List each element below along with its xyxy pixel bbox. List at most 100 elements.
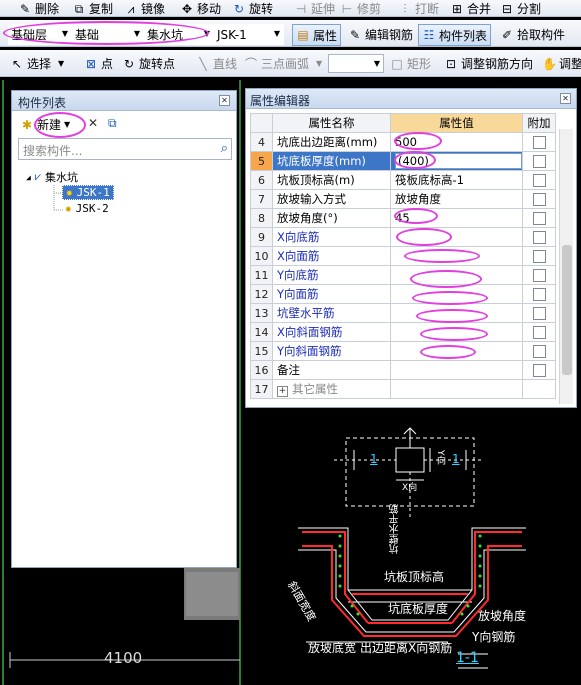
floor-select[interactable]: 基础层 ▼ xyxy=(8,24,72,45)
dropdown-arrow-icon: ▼ xyxy=(273,29,280,38)
trim-button[interactable]: ⊢ 修剪 xyxy=(340,0,381,17)
tree-lines xyxy=(53,185,64,211)
property-row[interactable]: 11 Y向底筋 xyxy=(250,265,556,285)
scrollbar-thumb[interactable] xyxy=(562,245,572,375)
move-button[interactable]: ✥ 移动 xyxy=(180,0,221,17)
property-row[interactable]: 16 备注 xyxy=(250,360,556,380)
extra-checkbox[interactable] xyxy=(532,326,546,339)
dropdown-arrow-icon: ▼ xyxy=(203,29,210,38)
adjust-more-button[interactable]: ✋ 调整 xyxy=(542,55,581,72)
merge-icon: ⊞ xyxy=(451,1,463,16)
edit-rebar-button[interactable]: ✎ 编辑钢筋 xyxy=(348,26,413,43)
merge-button[interactable]: ⊞ 合并 xyxy=(450,0,491,17)
x-rebar-label: X向钢筋 xyxy=(408,641,453,655)
property-row[interactable]: 9 X向底筋 xyxy=(250,227,556,247)
section-label: 1-1 xyxy=(456,650,479,666)
property-row[interactable]: 6 坑板顶标高(m) 筏板底标高-1 xyxy=(250,170,556,190)
property-value-input[interactable]: (400) xyxy=(395,153,522,169)
extra-checkbox[interactable] xyxy=(532,193,546,206)
extend-icon: ⊣ xyxy=(295,1,307,16)
properties-button[interactable]: ▤ 属性 xyxy=(292,24,342,46)
extra-checkbox[interactable] xyxy=(532,250,546,263)
extra-checkbox[interactable] xyxy=(532,269,546,282)
rect-icon: □ xyxy=(391,56,403,71)
property-row[interactable]: 12 Y向面筋 xyxy=(250,284,556,304)
property-value[interactable]: 45 xyxy=(390,208,523,228)
property-row-group[interactable]: 17 + 其它属性 xyxy=(250,379,556,399)
point-icon: ⊠ xyxy=(85,56,97,71)
rotate-button[interactable]: ↻ 旋转 xyxy=(232,0,273,17)
category-select[interactable]: 基础 ▼ xyxy=(72,24,144,45)
property-value[interactable] xyxy=(390,341,523,361)
extra-checkbox[interactable] xyxy=(532,136,546,149)
extra-checkbox[interactable] xyxy=(532,364,546,377)
property-row[interactable]: 15 Y向斜面钢筋 xyxy=(250,341,556,361)
property-value[interactable] xyxy=(390,284,523,304)
cursor-icon: ↖ xyxy=(11,56,23,71)
component-list-button[interactable]: ☷ 构件列表 xyxy=(418,24,492,46)
property-value[interactable]: 500 xyxy=(390,132,523,152)
move-icon: ✥ xyxy=(181,1,193,16)
property-value[interactable] xyxy=(390,322,523,342)
arc-param-select[interactable]: ▼ xyxy=(328,54,384,73)
dropdown-arrow-icon: ▼ xyxy=(133,29,140,38)
rotate-point-button[interactable]: ↻ 旋转点 xyxy=(122,55,175,72)
break-icon: ⫶ xyxy=(403,1,407,16)
mirror-button[interactable]: ⩘ 镜像 xyxy=(124,0,165,17)
point-button[interactable]: ⊠ 点 xyxy=(84,55,113,72)
break-button[interactable]: ⫶ 打断 xyxy=(398,0,439,17)
extra-checkbox[interactable] xyxy=(532,155,546,168)
expand-icon[interactable]: + xyxy=(277,386,288,397)
property-value[interactable]: 放坡角度 xyxy=(390,189,523,209)
property-row-selected[interactable]: 5 坑底板厚度(mm) (400) xyxy=(250,151,556,171)
extra-checkbox[interactable] xyxy=(532,231,546,244)
plan-y-label: Y向 xyxy=(435,450,445,465)
wall-rebar-label: 坑壁水平筋 xyxy=(390,504,401,554)
header-value: 属性值 xyxy=(390,113,523,133)
line-icon: ╲ xyxy=(199,56,207,71)
adjust-icon: ✋ xyxy=(542,56,557,71)
slope-base-label: 放坡底宽 xyxy=(308,641,357,655)
property-value[interactable]: 筏板底标高-1 xyxy=(390,170,523,190)
y-rebar-label: Y向钢筋 xyxy=(472,630,516,644)
type-select[interactable]: 集水坑 ▼ xyxy=(144,24,214,45)
property-scrollbar[interactable] xyxy=(559,129,573,404)
property-row[interactable]: 10 X向面筋 xyxy=(250,246,556,266)
extra-checkbox[interactable] xyxy=(532,345,546,358)
property-value[interactable] xyxy=(390,265,523,285)
delete-button[interactable]: ✎ 删除 xyxy=(18,0,59,17)
extra-checkbox[interactable] xyxy=(532,288,546,301)
copy-button[interactable]: ⧉ 复制 xyxy=(72,0,113,17)
property-value[interactable] xyxy=(390,227,523,247)
plan-label-right: 1 xyxy=(452,452,460,466)
adjust-rebar-direction-button[interactable]: ⊡ 调整钢筋方向 xyxy=(444,55,533,72)
extra-checkbox[interactable] xyxy=(532,307,546,320)
extra-checkbox[interactable] xyxy=(532,212,546,225)
copy-icon: ⧉ xyxy=(74,1,84,16)
close-icon[interactable]: ✕ xyxy=(560,93,571,104)
dimension-label: 4100 xyxy=(104,649,143,667)
dropdown-arrow-icon: ▼ xyxy=(61,29,68,38)
line-button[interactable]: ╲ 直线 xyxy=(196,55,237,72)
property-value[interactable] xyxy=(390,303,523,323)
extra-checkbox[interactable] xyxy=(532,174,546,187)
property-row[interactable]: 13 坑壁水平筋 xyxy=(250,303,556,323)
edge-distance-label: 出边距离 xyxy=(360,641,409,655)
dropdown-arrow-icon: ▼ xyxy=(316,59,323,68)
arc-button[interactable]: ⌒ 三点画弧 ▼ xyxy=(244,55,322,72)
extend-button[interactable]: ⊣ 延伸 xyxy=(294,0,335,17)
property-value[interactable] xyxy=(390,360,523,380)
split-button[interactable]: ⊟ 分割 xyxy=(500,0,541,17)
property-row[interactable]: 4 坑底出边距离(mm) 500 xyxy=(250,132,556,152)
select-button[interactable]: ↖ 选择 ▼ xyxy=(10,55,64,72)
property-row[interactable]: 14 X向斜面钢筋 xyxy=(250,322,556,342)
property-row[interactable]: 7 放坡输入方式 放坡角度 xyxy=(250,189,556,209)
draw-toolbar: ↖ 选择 ▼ ⊠ 点 ↻ 旋转点 ╲ 直线 ⌒ 三点画弧 ▼ ▼ □ 矩形 ⊡ 调整钢筋方向 ✋ 调… xyxy=(0,50,581,77)
edit-rebar-icon: ✎ xyxy=(349,27,361,42)
plan-label-left: 1 xyxy=(370,452,378,466)
pick-component-button[interactable]: ✐ 拾取构件 xyxy=(500,26,565,43)
property-value[interactable] xyxy=(390,246,523,266)
property-row[interactable]: 8 放坡角度(°) 45 xyxy=(250,208,556,228)
element-select[interactable]: JSK-1 ▼ xyxy=(214,24,284,45)
rect-button[interactable]: □ 矩形 xyxy=(390,55,431,72)
